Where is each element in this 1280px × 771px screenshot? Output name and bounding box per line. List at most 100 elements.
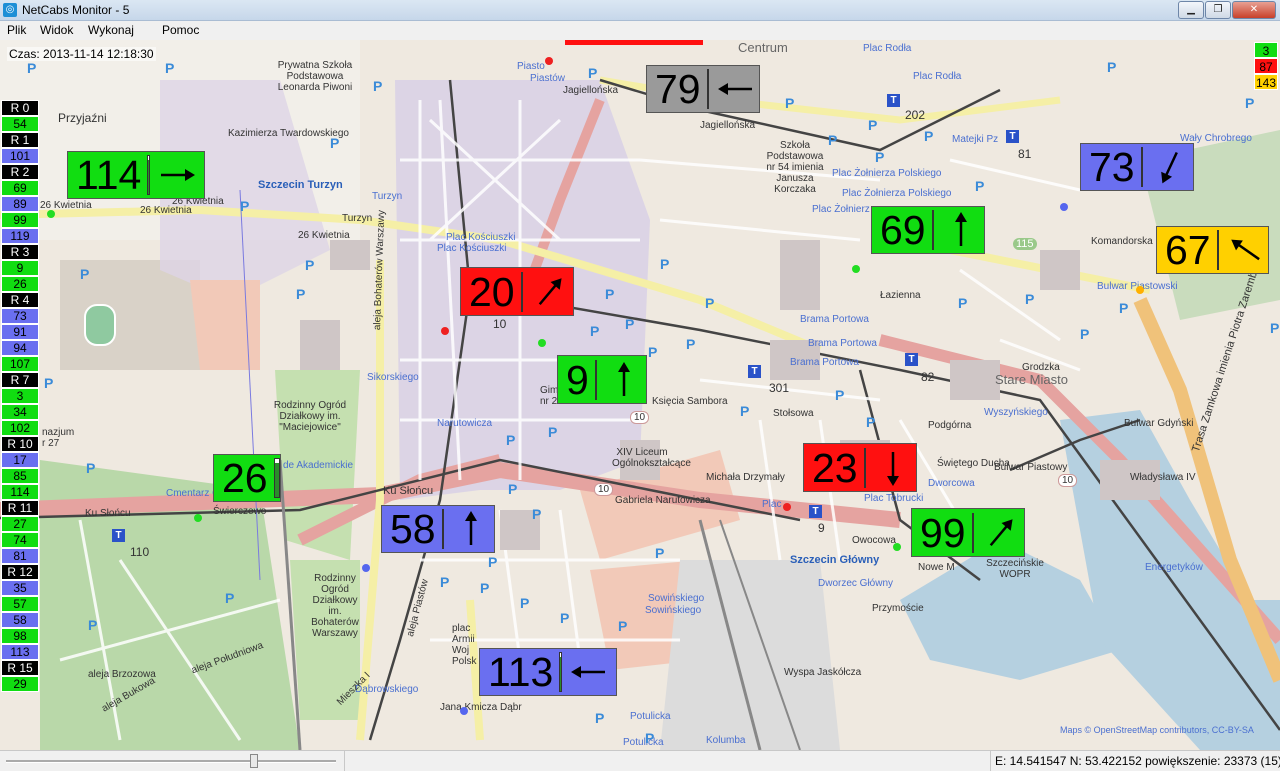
rank-cab-cell[interactable]: 113 — [1, 644, 39, 660]
rank-cab-cell[interactable]: 89 — [1, 196, 39, 212]
map-label-brama-portowa-3: Brama Portowa — [790, 357, 859, 368]
rank-cab-cell[interactable]: 81 — [1, 548, 39, 564]
cab-position-dot — [441, 327, 449, 335]
parking-icon: P — [595, 710, 605, 726]
cab-number: 9 — [566, 356, 589, 403]
rank-cab-cell[interactable]: 54 — [1, 116, 39, 132]
rank-cab-cell[interactable]: 91 — [1, 324, 39, 340]
menu-bar: Plik Widok Wykonaj Pomoc — [0, 21, 1280, 41]
parking-icon: P — [828, 132, 838, 148]
rank-cab-cell[interactable]: 94 — [1, 340, 39, 356]
map-label-gabriela: Gabriela Narutowicza — [615, 495, 711, 506]
map-label-przyjazni: Przyjaźni — [58, 111, 107, 125]
cab-tag-23[interactable]: 23 — [803, 443, 917, 492]
rank-cab-cell[interactable]: 57 — [1, 596, 39, 612]
cab-position-dot — [460, 707, 468, 715]
cab-position-dot — [852, 265, 860, 273]
parking-icon: P — [440, 574, 450, 590]
window-title: NetCabs Monitor - 5 — [22, 3, 130, 17]
rank-header: R 10 — [1, 436, 39, 452]
cab-tag-69[interactable]: 69 — [871, 206, 985, 254]
map-label-rodzinny-ogrod: Rodzinny Ogród Działkowy im. "Maciejowic… — [273, 400, 347, 433]
cab-tag-113[interactable]: 113 — [479, 648, 617, 696]
map-label-plac-zolnierza-3: Plac Żołnierz — [812, 204, 870, 215]
rank-cab-cell[interactable]: 114 — [1, 484, 39, 500]
map-view[interactable]: Centrum Plac Rodła Plac Rodła Przyjaźni … — [0, 40, 1280, 750]
map-label-plac-zolnierza-2: Plac Żołnierza Polskiego — [842, 188, 952, 199]
cab-tag-58[interactable]: 58 — [381, 505, 495, 553]
rank-cab-cell[interactable]: 85 — [1, 468, 39, 484]
rank-cab-cell[interactable]: 9 — [1, 260, 39, 276]
rank-cab-cell[interactable]: 26 — [1, 276, 39, 292]
map-label-bulwar-piastowy: Bulwar Piastowy — [994, 462, 1068, 473]
transit-stop-icon: T — [905, 353, 918, 366]
cab-tag-73[interactable]: 73 — [1080, 143, 1194, 191]
map-label-brama-portowa-2: Brama Portowa — [808, 338, 877, 349]
map-label-ksiecia-sambora: Księcia Sambora — [652, 396, 728, 407]
menu-widok[interactable]: Widok — [40, 23, 73, 37]
parking-icon: P — [508, 481, 518, 497]
status-divider — [344, 751, 345, 771]
rank-cab-cell[interactable]: 17 — [1, 452, 39, 468]
rank-cab-cell[interactable]: 101 — [1, 148, 39, 164]
rank-cab-cell[interactable]: 35 — [1, 580, 39, 596]
rank-cab-cell[interactable]: 98 — [1, 628, 39, 644]
map-label-turzyn: Turzyn — [342, 213, 373, 224]
cab-tag-79[interactable]: 79 — [646, 65, 760, 113]
parking-icon: P — [618, 618, 628, 634]
map-label-plac-kosciuszki-2: Plac Kościuszki — [437, 243, 507, 254]
rank-cab-cell[interactable]: 34 — [1, 404, 39, 420]
rank-cab-cell[interactable]: 3 — [1, 388, 39, 404]
rank-cab-cell[interactable]: 69 — [1, 180, 39, 196]
cab-position-dot — [538, 339, 546, 347]
arrow-glyph — [954, 212, 967, 246]
route-badge-115: 115 — [1013, 238, 1037, 250]
parking-icon: P — [225, 590, 235, 606]
map-label-owocowa: Owocowa — [852, 535, 896, 546]
status-coordinates: E: 14.541547 N: 53.422152 powiększenie: … — [995, 754, 1280, 768]
parking-icon: P — [305, 257, 315, 273]
close-button[interactable]: ✕ — [1232, 1, 1276, 19]
rank-cab-cell[interactable]: 119 — [1, 228, 39, 244]
menu-plik[interactable]: Plik — [7, 23, 26, 37]
menu-wykonaj[interactable]: Wykonaj — [88, 23, 134, 37]
cab-tag-67[interactable]: 67 — [1156, 226, 1269, 274]
rank-cab-cell[interactable]: 29 — [1, 676, 39, 692]
cab-tag-9[interactable]: 9 — [557, 355, 647, 404]
arrow-glyph — [538, 277, 562, 305]
parking-icon: P — [560, 610, 570, 626]
menu-pomoc[interactable]: Pomoc — [162, 23, 199, 37]
rank-cab-cell[interactable]: 27 — [1, 516, 39, 532]
rank-cab-cell[interactable]: 102 — [1, 420, 39, 436]
parking-icon: P — [958, 295, 968, 311]
cab-number: 26 — [222, 455, 268, 501]
parking-icon: P — [835, 387, 845, 403]
zoom-slider-track[interactable] — [6, 760, 336, 763]
rank-cab-cell[interactable]: 73 — [1, 308, 39, 324]
map-label-sowinskiego: Sowińskiego — [648, 593, 705, 604]
map-label-matejki: Matejki Pz — [952, 134, 999, 145]
parking-icon: P — [1025, 291, 1035, 307]
cab-number: 113 — [488, 649, 554, 695]
rank-cab-cell[interactable]: 74 — [1, 532, 39, 548]
rank-cab-cell[interactable]: 107 — [1, 356, 39, 372]
cab-number: 20 — [469, 268, 515, 315]
minimize-button[interactable]: ▁ — [1178, 1, 1204, 19]
parking-icon: P — [686, 336, 696, 352]
cab-position-dot — [783, 503, 791, 511]
maximize-button[interactable]: ❐ — [1205, 1, 1231, 19]
rank-cab-cell[interactable]: 58 — [1, 612, 39, 628]
cab-tag-99[interactable]: 99 — [911, 508, 1025, 557]
transit-stop-icon: T — [112, 529, 125, 542]
direction-arrow-icon — [934, 207, 988, 253]
rank-cab-cell[interactable]: 99 — [1, 212, 39, 228]
cab-tag-20[interactable]: 20 — [460, 267, 574, 316]
zoom-slider-thumb[interactable] — [250, 754, 258, 768]
cab-tag-26[interactable]: 26 — [213, 454, 281, 502]
cab-number: 73 — [1089, 144, 1135, 190]
map-label-narutowicza: Narutowicza — [437, 418, 493, 429]
direction-arrow-icon — [866, 445, 920, 491]
map-label-plac-rodla: Plac Rodła — [863, 43, 912, 54]
cab-position-dot — [194, 514, 202, 522]
cab-tag-114[interactable]: 114 — [67, 151, 205, 199]
